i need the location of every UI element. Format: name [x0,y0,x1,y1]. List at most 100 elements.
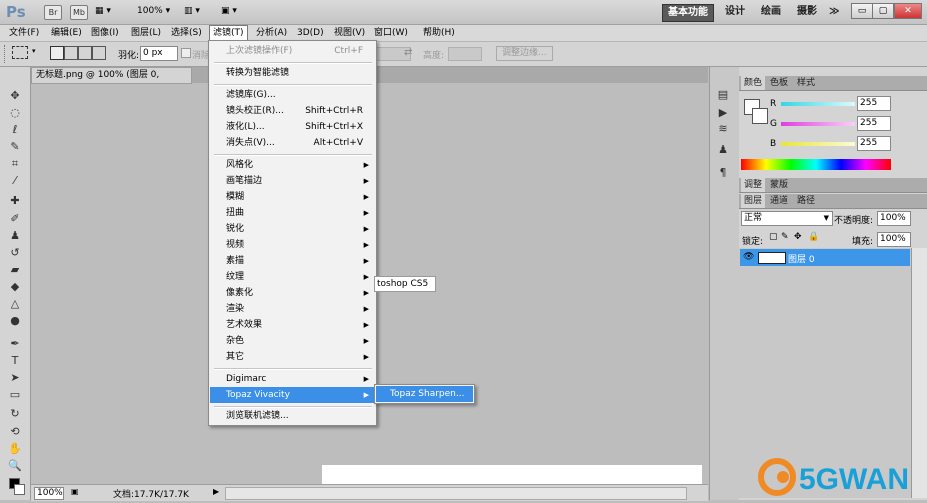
background-swatch[interactable] [752,108,768,124]
view-extras-dropdown[interactable]: ▥ ▾ [184,6,200,16]
fill-input[interactable]: 100% [877,232,911,247]
tab-swatches[interactable]: 色板 [767,76,791,90]
menu-select[interactable]: 选择(S) [168,26,205,40]
eye-icon[interactable]: 👁 [743,252,754,262]
tab-styles[interactable]: 样式 [794,76,818,90]
swap-dimensions-icon[interactable]: ⇄ [404,47,412,58]
add-selection-icon[interactable] [64,46,78,60]
blur-tool-icon[interactable]: △ [7,297,23,311]
lock-transparency-icon[interactable]: ▢ [769,232,778,242]
horizontal-scrollbar[interactable] [225,487,687,500]
menu-item-other[interactable]: 其它 ▶ [210,349,375,365]
healing-brush-tool-icon[interactable]: ✚ [7,194,23,208]
tab-adjustments[interactable]: 调整 [741,178,766,192]
bridge-button[interactable]: Br [44,5,62,20]
intersect-selection-icon[interactable] [92,46,106,60]
menu-item-render[interactable]: 渲染 ▶ [210,301,375,317]
menu-item-noise[interactable]: 杂色 ▶ [210,333,375,349]
menu-item-sketch[interactable]: 素描 ▶ [210,253,375,269]
brush-tool-icon[interactable]: ✐ [7,212,23,226]
menu-item-topaz-sharpen[interactable]: Topaz Sharpen... [376,386,473,402]
menu-item-sharpen[interactable]: 锐化 ▶ [210,221,375,237]
menu-3d[interactable]: 3D(D) [294,26,327,40]
paint-bucket-tool-icon[interactable]: ◆ [7,280,23,294]
marquee-tool-icon[interactable]: ◌ [7,106,23,120]
move-tool-icon[interactable]: ✥ [7,89,23,103]
3d-orbit-tool-icon[interactable]: ⟲ [7,425,23,439]
menu-item-stylize[interactable]: 风格化 ▶ [210,157,375,173]
channel-r-slider[interactable] [781,102,855,106]
menu-layer[interactable]: 图层(L) [128,26,164,40]
lock-image-icon[interactable]: ✎ [781,232,789,242]
type-tool-icon[interactable]: T [7,354,23,368]
zoom-tool-icon[interactable]: 🔍 [7,459,23,473]
menu-window[interactable]: 窗口(W) [371,26,411,40]
channel-b-input[interactable]: 255 [857,136,891,151]
workspace-photography[interactable]: 摄影 [792,4,822,20]
lock-all-icon[interactable]: 🔒 [808,232,819,242]
antialias-checkbox[interactable] [181,48,191,58]
menu-item-distort[interactable]: 扭曲 ▶ [210,205,375,221]
menu-item-topaz-vivacity[interactable]: Topaz Vivacity ▶ [210,387,375,403]
pen-tool-icon[interactable]: ✒ [7,337,23,351]
zoom-level-dropdown[interactable]: 100% ▾ [137,6,170,16]
refine-edge-button[interactable]: 调整边缘... [496,46,553,61]
menu-file[interactable]: 文件(F) [6,26,42,40]
channel-b-slider[interactable] [781,142,855,146]
menu-item-blur[interactable]: 模糊 ▶ [210,189,375,205]
tool-preset-dropdown-icon[interactable]: ▾ [32,47,36,55]
menu-item-digimarc[interactable]: Digimarc ▶ [210,371,375,387]
menu-item-filter-gallery[interactable]: 滤镜库(G)... [210,87,375,103]
actions-panel-icon[interactable]: ▶ [715,106,731,122]
feather-input[interactable]: 0 px [140,46,178,61]
clone-stamp-tool-icon[interactable]: ♟ [7,229,23,243]
paragraph-panel-icon[interactable]: ¶ [715,166,731,182]
restore-button[interactable]: ▢ [872,3,894,19]
lasso-tool-icon[interactable]: ℓ [7,123,23,137]
document-tab[interactable]: 无标题.png @ 100% (图层 0, RGB/8) × [31,67,192,95]
marquee-tool-preset-icon[interactable] [12,46,28,59]
height-input[interactable] [448,47,482,61]
background-color-swatch[interactable] [14,484,25,495]
eyedropper-tool-icon[interactable]: ⁄ [7,174,23,188]
status-zoom-field[interactable]: 100% [34,487,64,500]
opacity-input[interactable]: 100% [877,211,911,226]
status-icon[interactable]: ▣ [71,487,79,496]
minibridge-button[interactable]: Mb [70,5,88,20]
more-workspaces-button[interactable]: ≫ [824,4,844,20]
menu-item-browse-filters-online[interactable]: 浏览联机滤镜... [210,408,375,424]
workspace-essentials[interactable]: 基本功能 [662,4,714,22]
subtract-selection-icon[interactable] [78,46,92,60]
brush-presets-icon[interactable]: ≋ [715,122,731,138]
close-button[interactable]: ✕ [894,3,922,19]
path-selection-tool-icon[interactable]: ➤ [7,371,23,385]
status-menu-arrow-icon[interactable]: ▶ [213,487,219,496]
lock-position-icon[interactable]: ✥ [794,232,802,242]
hand-tool-icon[interactable]: ✋ [7,442,23,456]
color-spectrum-bar[interactable] [741,159,891,170]
tab-layers[interactable]: 图层 [741,194,766,208]
menu-item-pixelate[interactable]: 像素化 ▶ [210,285,375,301]
history-panel-icon[interactable]: ▤ [715,88,731,104]
eraser-tool-icon[interactable]: ▰ [7,263,23,277]
layer-row[interactable]: 👁 图层 0 [740,249,910,266]
workspace-painting[interactable]: 绘画 [756,4,786,20]
blend-mode-select[interactable]: 正常 ▼ [741,211,833,226]
menu-image[interactable]: 图像(I) [88,26,122,40]
tab-paths[interactable]: 路径 [794,194,818,208]
quick-select-tool-icon[interactable]: ✎ [7,140,23,154]
channel-g-slider[interactable] [781,122,855,126]
crop-tool-icon[interactable]: ⌗ [7,157,23,171]
history-brush-tool-icon[interactable]: ↺ [7,246,23,260]
guides-dropdown[interactable]: ▦ ▾ [95,6,111,16]
menu-item-vanishing-point[interactable]: 消失点(V)... Alt+Ctrl+V [210,135,375,151]
clone-source-icon[interactable]: ♟ [715,143,731,159]
3d-rotate-tool-icon[interactable]: ↻ [7,407,23,421]
tab-color[interactable]: 颜色 [741,76,766,90]
menu-item-convert-smart-filter[interactable]: 转换为智能滤镜 [210,65,375,81]
menu-analysis[interactable]: 分析(A) [253,26,290,40]
menu-view[interactable]: 视图(V) [331,26,368,40]
menu-help[interactable]: 帮助(H) [420,26,458,40]
menu-item-video[interactable]: 视频 ▶ [210,237,375,253]
menu-item-texture[interactable]: 纹理 ▶ [210,269,375,285]
